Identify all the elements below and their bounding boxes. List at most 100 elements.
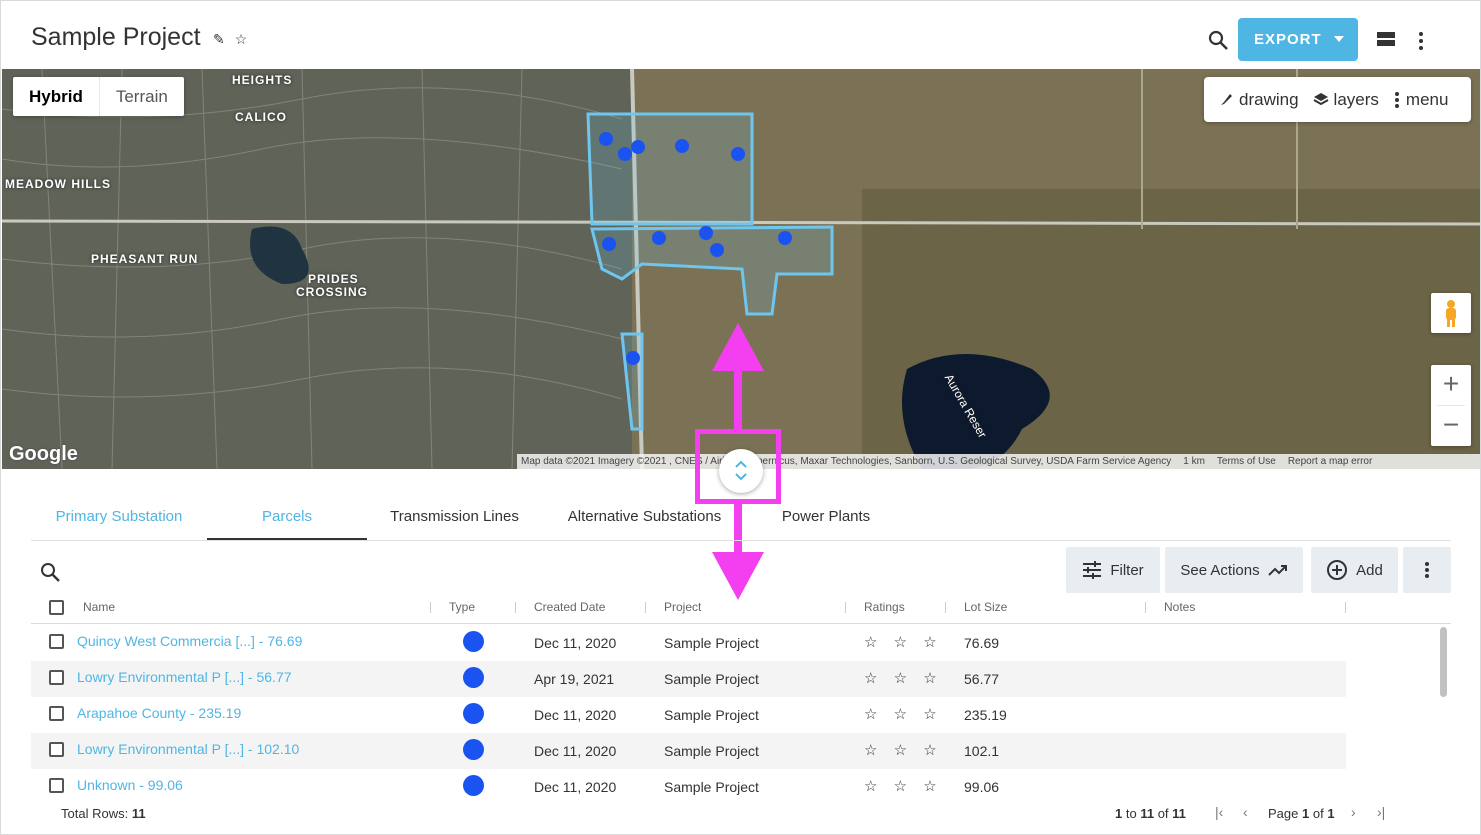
row-name-link[interactable]: Quincy West Commercia [...] - 76.69 [77,633,302,649]
table-row[interactable]: Lowry Environmental P [...] - 102.10 Dec… [31,733,1346,769]
zoom-control: + − [1431,365,1471,446]
column-header-type[interactable]: Type [449,600,475,614]
tab-transmission-lines[interactable]: Transmission Lines [371,494,538,540]
row-checkbox[interactable] [49,706,64,721]
row-ratings[interactable]: ☆ ☆ ☆ [864,669,943,687]
table-header: Name Type Created Date Project Ratings L… [31,593,1451,624]
row-project: Sample Project [664,779,759,795]
terms-link[interactable]: Terms of Use [1217,456,1276,467]
type-indicator [463,775,484,796]
project-title: Sample Project [31,23,201,51]
add-circle-icon [1327,560,1348,580]
street-view-pegman-icon[interactable] [1431,293,1471,333]
see-actions-button[interactable]: See Actions [1165,547,1303,593]
total-rows: Total Rows: 11 [61,806,146,821]
type-indicator [463,703,484,724]
search-icon[interactable] [1206,28,1230,52]
type-indicator [463,667,484,688]
select-all-checkbox[interactable] [49,600,64,615]
map-label-pheasant-run: PHEASANT RUN [91,252,199,266]
column-header-project[interactable]: Project [664,600,701,614]
tab-power-plants[interactable]: Power Plants [771,494,881,540]
map-type-terrain[interactable]: Terrain [100,77,184,116]
star-outline-icon[interactable]: ☆ [235,31,248,48]
column-header-created-date[interactable]: Created Date [534,600,605,614]
view-toggle-icon[interactable] [1377,32,1395,47]
export-button[interactable]: EXPORT [1238,18,1358,61]
row-created-date: Dec 11, 2020 [534,707,617,723]
app-window: Sample Project ✎ ☆ EXPORT HEIGHTS CALICO… [0,0,1481,835]
row-checkbox[interactable] [49,634,64,649]
more-vert-icon[interactable] [1417,31,1425,51]
tab-primary-substation[interactable]: Primary Substation [31,494,207,540]
column-header-name[interactable]: Name [83,600,115,614]
zoom-in-button[interactable]: + [1431,365,1471,405]
layers-tool[interactable]: layers [1313,90,1379,110]
brush-icon [1221,93,1232,105]
row-checkbox[interactable] [49,670,64,685]
more-vert-icon [1425,562,1429,578]
drawing-tool[interactable]: drawing [1218,90,1299,110]
column-header-notes[interactable]: Notes [1164,600,1195,614]
table-search-icon[interactable] [39,561,61,583]
filter-button[interactable]: Filter [1066,547,1160,593]
row-lot-size: 76.69 [964,635,1000,651]
layers-icon [1313,92,1329,105]
table-footer: Total Rows: 11 1 to 11 of 11 |‹ ‹ Page 1… [31,799,1451,829]
trending-up-icon [1267,565,1287,576]
first-page-icon[interactable]: |‹ [1215,804,1223,820]
more-options-button[interactable] [1403,547,1451,593]
tab-alternative-substations[interactable]: Alternative Substations [551,494,738,540]
column-header-lot-size[interactable]: Lot Size [964,600,1007,614]
type-indicator [463,739,484,760]
scale-label[interactable]: 1 km [1183,456,1205,467]
google-logo: Google [9,443,78,465]
row-lot-size: 235.19 [964,707,1007,723]
page-header: Sample Project ✎ ☆ EXPORT [1,1,1480,69]
row-name-link[interactable]: Unknown - 99.06 [77,777,183,793]
row-checkbox[interactable] [49,742,64,757]
add-button[interactable]: Add [1311,547,1398,593]
row-ratings[interactable]: ☆ ☆ ☆ [864,741,943,759]
table-row[interactable]: Arapahoe County - 235.19 Dec 11, 2020 Sa… [31,697,1346,733]
row-ratings[interactable]: ☆ ☆ ☆ [864,633,943,651]
last-page-icon[interactable]: ›| [1377,804,1385,820]
caret-down-icon[interactable] [1334,36,1344,42]
row-ratings[interactable]: ☆ ☆ ☆ [864,777,943,795]
row-lot-size: 102.1 [964,743,1000,759]
tune-icon [1083,561,1102,579]
tab-parcels[interactable]: Parcels [207,494,367,540]
attribution-text: Map data ©2021 Imagery ©2021 , CNES / Ai… [521,456,1172,467]
row-project: Sample Project [664,743,759,759]
pencil-icon[interactable]: ✎ [213,31,225,48]
row-project: Sample Project [664,635,759,651]
zoom-out-button[interactable]: − [1431,406,1471,446]
column-header-ratings[interactable]: Ratings [864,600,905,614]
map-menu-tool[interactable]: menu [1393,90,1448,110]
annotation-arrow-up-shaft [734,366,742,432]
row-range: 1 to 11 of 11 [1115,806,1186,821]
prev-page-icon[interactable]: ‹ [1243,804,1248,820]
row-created-date: Apr 19, 2021 [534,671,615,687]
scrollbar-thumb[interactable] [1440,627,1447,697]
table-row[interactable]: Lowry Environmental P [...] - 56.77 Apr … [31,661,1346,697]
row-name-link[interactable]: Arapahoe County - 235.19 [77,705,241,721]
row-lot-size: 99.06 [964,779,1000,795]
annotation-arrow-up [712,323,764,371]
row-name-link[interactable]: Lowry Environmental P [...] - 56.77 [77,669,292,685]
map-type-hybrid[interactable]: Hybrid [13,77,100,116]
data-tabs: Primary Substation Parcels Transmission … [31,494,1451,541]
row-created-date: Dec 11, 2020 [534,635,617,651]
row-name-link[interactable]: Lowry Environmental P [...] - 102.10 [77,741,299,757]
page-indicator: Page 1 of 1 [1268,806,1335,821]
table-row[interactable]: Quincy West Commercia [...] - 76.69 Dec … [31,625,1346,661]
report-error-link[interactable]: Report a map error [1288,456,1372,467]
map-label-meadow-hills: MEADOW HILLS [5,177,111,191]
map-type-switch: Hybrid Terrain [13,77,184,116]
row-checkbox[interactable] [49,778,64,793]
next-page-icon[interactable]: › [1351,804,1356,820]
row-ratings[interactable]: ☆ ☆ ☆ [864,705,943,723]
map-label-crossing: CROSSING [296,285,369,299]
table-scrollbar[interactable] [1438,625,1450,797]
row-created-date: Dec 11, 2020 [534,743,617,759]
